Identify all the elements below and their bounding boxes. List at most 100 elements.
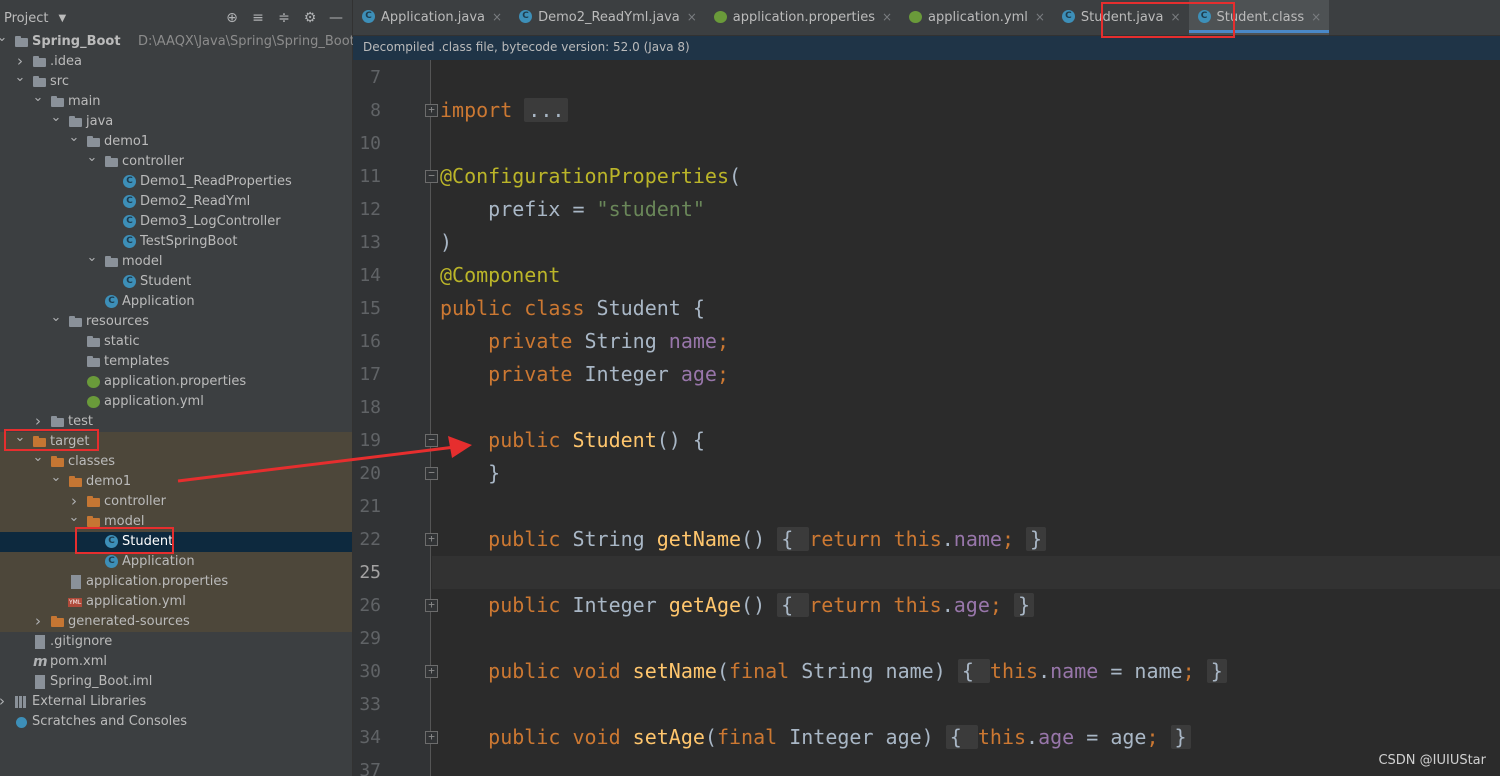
- tree-item[interactable]: ⌄ demo1: [0, 471, 352, 492]
- tree-item[interactable]: pom.xml: [0, 652, 352, 672]
- tree-item[interactable]: Application: [0, 292, 352, 312]
- locate-icon[interactable]: ⊕: [224, 10, 240, 26]
- chevron-down-icon[interactable]: ⌄: [50, 111, 62, 132]
- tree-item[interactable]: Application: [0, 552, 352, 572]
- editor-tab[interactable]: application.yml ×: [900, 0, 1053, 35]
- tree-item[interactable]: › .idea: [0, 52, 352, 72]
- chevron-right-icon[interactable]: ›: [68, 492, 80, 512]
- editor-tab[interactable]: Student.java ×: [1053, 0, 1189, 35]
- folded-region[interactable]: }: [1170, 725, 1191, 749]
- editor-tab[interactable]: Demo2_ReadYml.java ×: [510, 0, 705, 35]
- tree-item[interactable]: ⌄ model: [0, 251, 352, 272]
- code-editor[interactable]: 7 8 10 11 12 13 14 15 16 17 18 19 20 21 22 25 26 29 30 33 34…: [353, 60, 1500, 776]
- code-line[interactable]: public Student() {: [440, 424, 705, 457]
- tree-item[interactable]: TestSpringBoot: [0, 232, 352, 252]
- chevron-down-icon[interactable]: ⌄: [86, 251, 98, 272]
- tree-item[interactable]: ⌄ java: [0, 111, 352, 132]
- code-line[interactable]: private String name;: [440, 325, 729, 358]
- collapse-fold-icon[interactable]: −: [425, 467, 438, 480]
- code-line[interactable]: public String getName() { return this.na…: [440, 523, 1047, 556]
- chevron-right-icon[interactable]: ›: [0, 692, 8, 712]
- chevron-right-icon[interactable]: ›: [14, 52, 26, 72]
- folded-region[interactable]: {: [777, 527, 810, 551]
- code-line[interactable]: public void setAge(final Integer age) { …: [440, 721, 1191, 754]
- code-line[interactable]: public class Student {: [440, 292, 705, 325]
- close-icon[interactable]: ×: [492, 10, 502, 24]
- collapse-all-icon[interactable]: ≑: [276, 10, 292, 26]
- tree-item[interactable]: › generated-sources: [0, 612, 352, 632]
- tree-item[interactable]: static: [0, 332, 352, 352]
- expand-all-icon[interactable]: ≡: [250, 10, 266, 26]
- code-line[interactable]: prefix = "student": [440, 193, 705, 226]
- folded-region[interactable]: {: [957, 659, 990, 683]
- tree-item[interactable]: › test: [0, 412, 352, 432]
- tree-item[interactable]: ⌄ demo1: [0, 131, 352, 152]
- expand-fold-icon[interactable]: +: [425, 599, 438, 612]
- tree-item[interactable]: application.properties: [0, 572, 352, 592]
- tree-item[interactable]: Demo2_ReadYml: [0, 192, 352, 212]
- tree-item[interactable]: .gitignore: [0, 632, 352, 652]
- code-line[interactable]: public Integer getAge() { return this.ag…: [440, 589, 1035, 622]
- chevron-down-icon[interactable]: ⌄: [0, 31, 8, 52]
- tree-item[interactable]: templates: [0, 352, 352, 372]
- code-line[interactable]: @Component: [440, 259, 560, 292]
- tree-item[interactable]: ⌄ model: [0, 511, 352, 532]
- folded-region[interactable]: {: [945, 725, 978, 749]
- tree-item[interactable]: ⌄ controller: [0, 151, 352, 172]
- code-line[interactable]: private Integer age;: [440, 358, 729, 391]
- close-icon[interactable]: ×: [1311, 10, 1321, 24]
- expand-fold-icon[interactable]: +: [425, 533, 438, 546]
- chevron-down-icon[interactable]: ⌄: [32, 91, 44, 112]
- project-view-selector[interactable]: Project: [4, 11, 48, 26]
- folded-region[interactable]: {: [777, 593, 810, 617]
- folded-region[interactable]: ...: [524, 98, 569, 122]
- chevron-right-icon[interactable]: ›: [32, 412, 44, 432]
- close-icon[interactable]: ×: [882, 10, 892, 24]
- expand-fold-icon[interactable]: +: [425, 731, 438, 744]
- code-line[interactable]: import ...: [440, 94, 569, 127]
- code-line[interactable]: public void setName(final String name) {…: [440, 655, 1227, 688]
- collapse-fold-icon[interactable]: −: [425, 434, 438, 447]
- chevron-down-icon[interactable]: ⌄: [14, 431, 26, 452]
- chevron-down-icon[interactable]: ⌄: [32, 451, 44, 472]
- tree-item[interactable]: application.yml: [0, 592, 352, 612]
- folded-region[interactable]: }: [1013, 593, 1035, 617]
- folded-region[interactable]: }: [1026, 527, 1047, 551]
- tree-item[interactable]: application.properties: [0, 372, 352, 392]
- chevron-down-icon[interactable]: ▼: [58, 13, 66, 24]
- tree-item[interactable]: Student: [0, 272, 352, 292]
- close-icon[interactable]: ×: [1035, 10, 1045, 24]
- tree-item[interactable]: application.yml: [0, 392, 352, 412]
- chevron-down-icon[interactable]: ⌄: [14, 71, 26, 92]
- collapse-fold-icon[interactable]: −: [425, 170, 438, 183]
- folded-region[interactable]: }: [1206, 659, 1227, 683]
- chevron-right-icon[interactable]: ›: [32, 612, 44, 632]
- chevron-down-icon[interactable]: ⌄: [68, 511, 80, 532]
- code-line[interactable]: }: [440, 457, 500, 490]
- chevron-down-icon[interactable]: ⌄: [50, 311, 62, 332]
- chevron-down-icon[interactable]: ⌄: [50, 471, 62, 492]
- editor-tab[interactable]: Application.java ×: [353, 0, 510, 35]
- tree-item[interactable]: Spring_Boot.iml: [0, 672, 352, 692]
- tree-item[interactable]: Student: [0, 532, 352, 552]
- tree-item[interactable]: ⌄ Spring_Boot D:\AAQX\Java\Spring\Spring_B…: [0, 31, 355, 52]
- close-icon[interactable]: ×: [1170, 10, 1180, 24]
- expand-fold-icon[interactable]: +: [425, 665, 438, 678]
- tree-item[interactable]: › controller: [0, 492, 352, 512]
- tree-item[interactable]: ⌄ classes: [0, 451, 352, 472]
- tree-item[interactable]: Scratches and Consoles: [0, 712, 352, 732]
- editor-tab[interactable]: Student.class ×: [1188, 0, 1330, 35]
- chevron-down-icon[interactable]: ⌄: [86, 151, 98, 172]
- tree-item[interactable]: ⌄ target: [0, 431, 352, 452]
- tree-item[interactable]: Demo3_LogController: [0, 212, 352, 232]
- expand-fold-icon[interactable]: +: [425, 104, 438, 117]
- close-icon[interactable]: ×: [687, 10, 697, 24]
- tree-item[interactable]: Demo1_ReadProperties: [0, 172, 352, 192]
- tree-item[interactable]: ⌄ src: [0, 71, 352, 92]
- tree-item[interactable]: ⌄ main: [0, 91, 352, 112]
- code-line[interactable]: ): [440, 226, 452, 259]
- gear-icon[interactable]: ⚙: [302, 10, 318, 26]
- code-line[interactable]: @ConfigurationProperties(: [440, 160, 741, 193]
- hide-icon[interactable]: —: [328, 10, 344, 26]
- tree-item[interactable]: ⌄ resources: [0, 311, 352, 332]
